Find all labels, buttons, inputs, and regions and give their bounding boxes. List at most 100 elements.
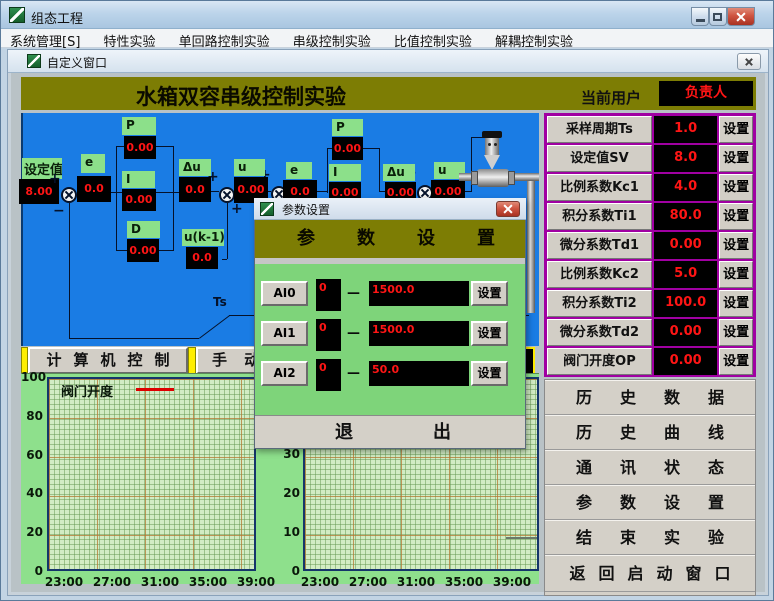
- menu-item-ratio[interactable]: 比值控制实验: [385, 29, 481, 50]
- block-uk1-label: u(k-1): [182, 229, 224, 246]
- param-set-button[interactable]: 设置: [719, 145, 753, 172]
- pipe-vertical: [527, 181, 535, 313]
- return-start-window-button[interactable]: 返回启动窗口: [545, 555, 755, 592]
- diagram-line: [227, 203, 228, 259]
- valve-flange-icon: [471, 171, 478, 185]
- ai1-high-value[interactable]: 1500.0: [369, 321, 469, 346]
- dialog-exit-button[interactable]: 退出: [255, 415, 525, 448]
- param-value[interactable]: 8.0: [654, 145, 717, 172]
- maximize-button[interactable]: [709, 7, 727, 26]
- block-d1-label: D: [127, 221, 160, 238]
- computer-control-button[interactable]: 计算机控制: [28, 347, 188, 374]
- block-p2-value: 0.00: [332, 137, 363, 160]
- ai2-set-button[interactable]: 设置: [471, 361, 508, 386]
- x-tick: 23:00: [44, 575, 84, 589]
- end-experiment-button[interactable]: 结束实验: [545, 520, 755, 555]
- ai0-low-value[interactable]: 0: [316, 279, 341, 311]
- y-tick: 100: [21, 370, 43, 384]
- param-value[interactable]: 80.0: [654, 203, 717, 230]
- ai1-set-button[interactable]: 设置: [471, 321, 508, 346]
- diagram-line: [116, 250, 127, 251]
- y-tick: 80: [21, 409, 43, 423]
- channel-ai1-button[interactable]: AI1: [261, 321, 308, 346]
- param-value[interactable]: 4.0: [654, 174, 717, 201]
- minimize-button[interactable]: [691, 7, 709, 26]
- param-label: 积分系数Ti1: [547, 203, 652, 230]
- range-dash: —: [347, 326, 360, 341]
- x-tick: 31:00: [140, 575, 180, 589]
- close-button[interactable]: [727, 7, 755, 26]
- y-tick: 10: [283, 525, 300, 539]
- valve-actuator-cap-icon: [482, 131, 502, 138]
- param-row: 采样周期Ts1.0设置: [547, 116, 753, 143]
- menu-item-decoupling[interactable]: 解耦控制实验: [486, 29, 582, 50]
- custom-window-titlebar[interactable]: [8, 50, 768, 73]
- param-set-button[interactable]: 设置: [719, 116, 753, 143]
- param-set-button[interactable]: 设置: [719, 232, 753, 259]
- param-value[interactable]: 0.00: [654, 319, 717, 346]
- comm-status-button[interactable]: 通讯状态: [545, 450, 755, 485]
- param-value[interactable]: 0.00: [654, 348, 717, 375]
- channel-ai0-button[interactable]: AI0: [261, 281, 308, 306]
- menu-item-system[interactable]: 系统管理[S]: [1, 29, 89, 50]
- param-set-button[interactable]: 设置: [719, 290, 753, 317]
- x-tick: 23:00: [300, 575, 340, 589]
- param-label: 积分系数Ti2: [547, 290, 652, 317]
- parameter-panel: 采样周期Ts1.0设置 设定值SV8.0设置 比例系数Kc14.0设置 积分系数…: [544, 113, 756, 377]
- block-i2-label: I: [329, 164, 361, 181]
- param-value[interactable]: 100.0: [654, 290, 717, 317]
- history-curve-button[interactable]: 历史曲线: [545, 415, 755, 450]
- param-set-button[interactable]: 设置: [719, 174, 753, 201]
- diagram-feedback-line: [69, 338, 199, 339]
- param-settings-button[interactable]: 参数设置: [545, 485, 755, 520]
- block-du2-label: Δu: [383, 164, 415, 181]
- valve-body-icon: [477, 169, 509, 187]
- block-i1-value: 0.00: [122, 189, 156, 211]
- chart-trace-segment: [506, 537, 537, 539]
- channel-ai2-button[interactable]: AI2: [261, 361, 308, 386]
- ai0-set-button[interactable]: 设置: [471, 281, 508, 306]
- menu-item-characteristic[interactable]: 特性实验: [95, 29, 165, 50]
- menu-item-cascade[interactable]: 串级控制实验: [284, 29, 380, 50]
- valve-detail-icon: [494, 143, 497, 146]
- custom-window-icon: [27, 54, 41, 68]
- ai2-low-value[interactable]: 0: [316, 359, 341, 391]
- dialog-header: 参数设置: [255, 220, 525, 258]
- param-value[interactable]: 5.0: [654, 261, 717, 288]
- param-set-button[interactable]: 设置: [719, 319, 753, 346]
- block-i1-label: I: [122, 171, 155, 188]
- x-tick: 39:00: [236, 575, 276, 589]
- param-value[interactable]: 0.00: [654, 232, 717, 259]
- param-row: 比例系数Kc25.0设置: [547, 261, 753, 288]
- param-label: 阀门开度OP: [547, 348, 652, 375]
- dialog-close-button[interactable]: [496, 201, 520, 217]
- param-label: 微分系数Td1: [547, 232, 652, 259]
- diagram-line: [327, 148, 328, 193]
- diagram-line: [317, 191, 327, 192]
- param-value[interactable]: 1.0: [654, 116, 717, 143]
- ai2-high-value[interactable]: 50.0: [369, 361, 469, 386]
- history-data-button[interactable]: 历史数据: [545, 380, 755, 415]
- param-set-button[interactable]: 设置: [719, 261, 753, 288]
- window-title: 组态工程: [31, 8, 83, 27]
- param-label: 设定值SV: [547, 145, 652, 172]
- diagram-feedback-line: [69, 203, 70, 338]
- custom-window-close-button[interactable]: [737, 53, 761, 70]
- valve-detail-icon: [488, 143, 491, 146]
- param-set-button[interactable]: 设置: [719, 348, 753, 375]
- y-tick: 30: [283, 447, 300, 461]
- chart-legend-label: 阀门开度: [61, 381, 113, 400]
- window-titlebar[interactable]: 组态工程: [1, 1, 774, 29]
- block-p1-label: P: [122, 117, 156, 135]
- x-tick: 35:00: [188, 575, 228, 589]
- diagram-line: [156, 146, 173, 147]
- custom-window-title: 自定义窗口: [47, 54, 107, 71]
- param-row: 积分系数Ti180.0设置: [547, 203, 753, 230]
- ai0-high-value[interactable]: 1500.0: [369, 281, 469, 306]
- param-set-button[interactable]: 设置: [719, 203, 753, 230]
- block-du1-label: Δu: [179, 159, 211, 176]
- y-tick: 0: [283, 564, 300, 578]
- param-label: 微分系数Td2: [547, 319, 652, 346]
- menu-item-single-loop[interactable]: 单回路控制实验: [170, 29, 279, 50]
- ai1-low-value[interactable]: 0: [316, 319, 341, 351]
